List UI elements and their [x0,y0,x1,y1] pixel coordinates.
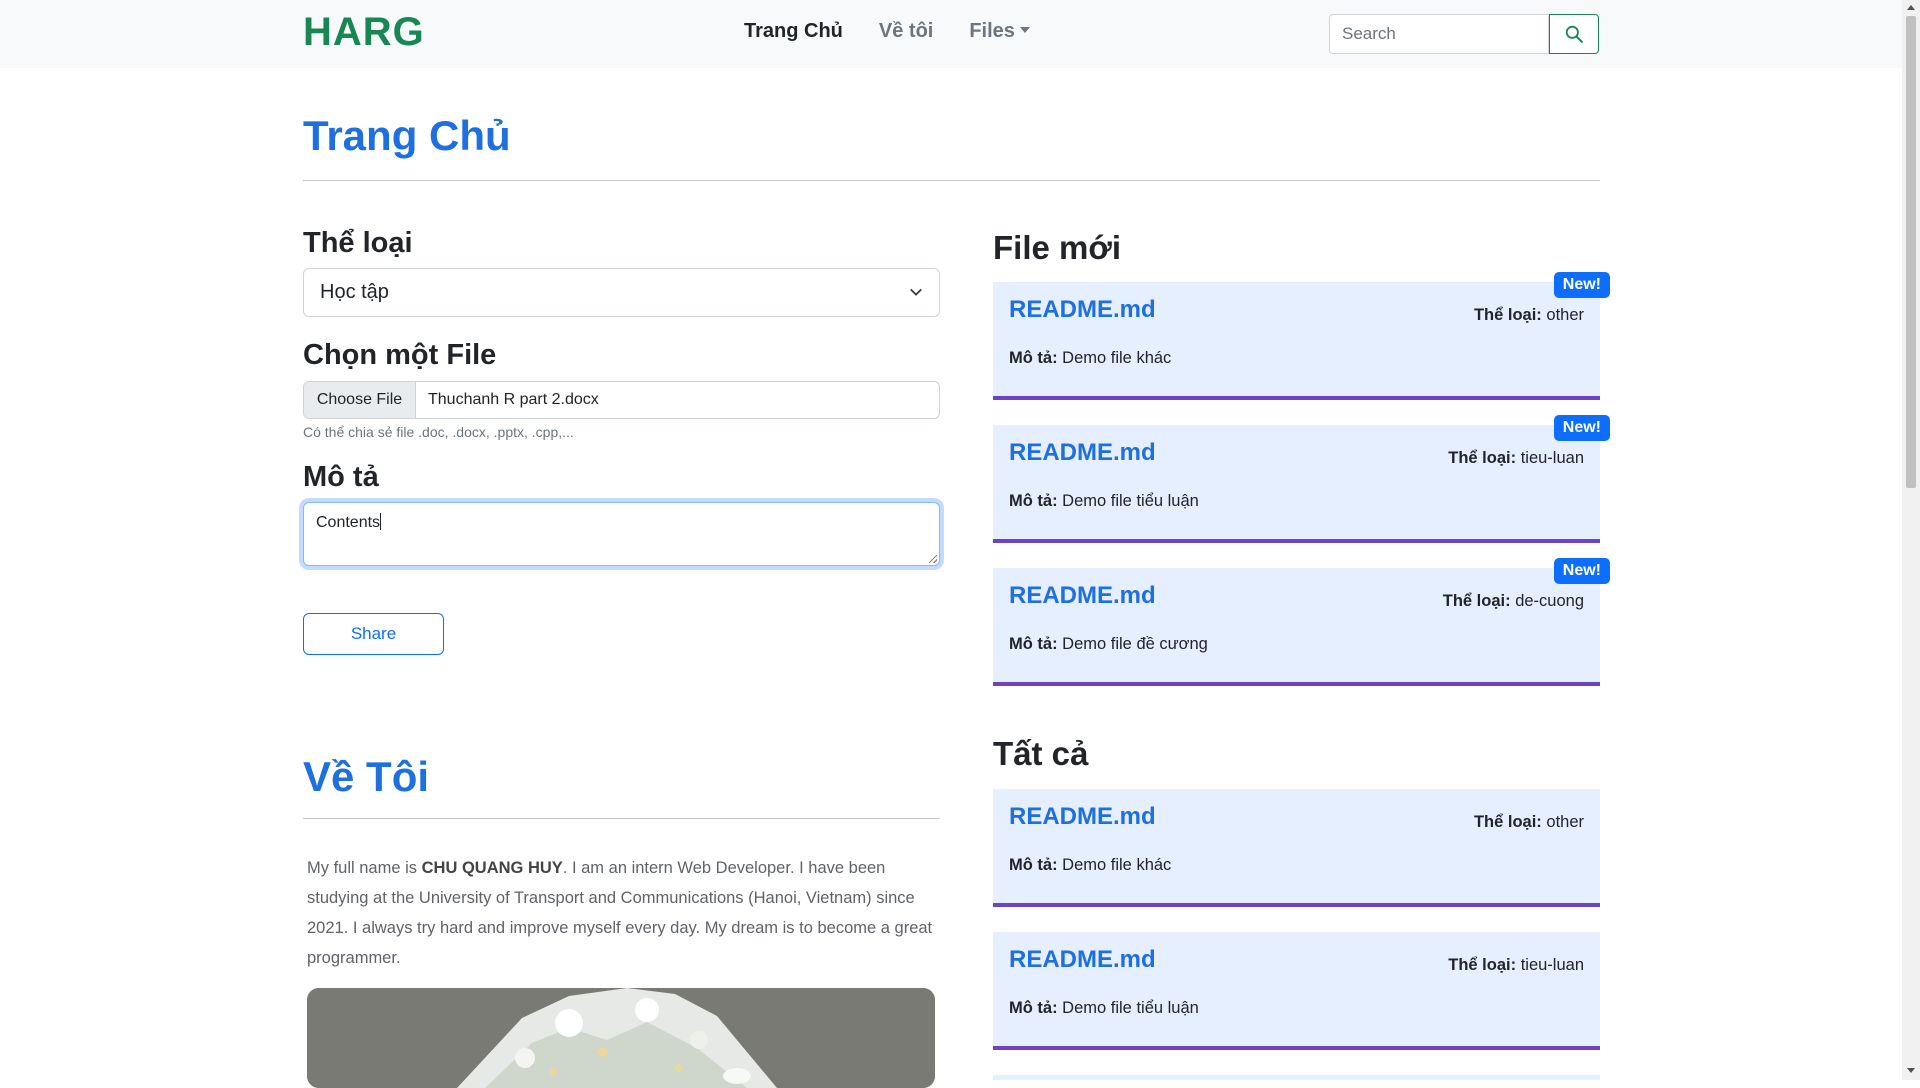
category-value: other [1546,306,1584,324]
new-badge: New! [1553,272,1610,298]
file-card[interactable]: README.md Thể loại: tieu-luan Mô tả: Dem… [993,932,1600,1050]
title-divider [303,180,1600,181]
scroll-down-arrow-icon[interactable] [1907,1068,1915,1073]
description-value: Demo file tiểu luận [1062,492,1199,510]
file-description: Mô tả: Demo file khác [1009,856,1171,875]
description-text: Contents [316,514,381,531]
scroll-thumb[interactable] [1906,16,1916,488]
file-card[interactable]: README.md Thể loại: other Mô tả: Demo fi… [993,789,1600,907]
about-divider [303,818,940,819]
description-key: Mô tả: [1009,492,1058,510]
nav-links: Trang Chủ Về tôi Files [744,20,1030,43]
choose-file-button[interactable]: Choose File [304,382,416,418]
description-value: Demo file tiểu luận [1062,999,1199,1017]
file-category: Thể loại: tieu-luan [1448,449,1584,468]
new-file-card[interactable]: README.md Thể loại: de-cuong Mô tả: Demo… [993,558,1610,686]
search-input[interactable] [1329,14,1549,54]
about-name: CHU QUANG HUY [421,859,563,877]
category-value: de-cuong [1515,592,1584,610]
chevron-down-icon [910,288,922,296]
description-key: Mô tả: [1009,856,1058,874]
description-value: Demo file khác [1062,349,1172,367]
file-category: Thể loại: other [1474,306,1584,325]
brand-logo[interactable]: HARG [303,10,425,55]
new-file-card[interactable]: README.md Thể loại: other Mô tả: Demo fi… [993,272,1610,400]
file-name-link[interactable]: README.md [1009,946,1156,974]
chosen-file-name: Thuchanh R part 2.docx [428,391,599,408]
nav-home[interactable]: Trang Chủ [744,20,843,43]
file-category: Thể loại: de-cuong [1443,592,1584,611]
file-description: Mô tả: Demo file tiểu luận [1009,999,1199,1018]
new-badge: New! [1553,415,1610,441]
file-input[interactable]: Choose File Thuchanh R part 2.docx [303,381,940,419]
nav-about[interactable]: Về tôi [879,20,933,43]
file-name-link[interactable]: README.md [1009,296,1156,324]
about-photo [307,988,935,1088]
category-value: other [1546,813,1584,831]
description-key: Mô tả: [1009,635,1058,653]
nav-files-dropdown[interactable]: Files [969,20,1030,43]
category-key: Thể loại: [1442,592,1511,610]
search-icon [1565,25,1583,43]
caret-down-icon [1019,27,1030,33]
about-title: Về Tôi [303,753,430,800]
category-value: tieu-luan [1520,956,1584,974]
text-cursor [380,513,382,530]
description-value: Demo file khác [1062,856,1172,874]
file-description: Mô tả: Demo file tiểu luận [1009,492,1199,511]
category-selected-value: Học tập [320,281,389,303]
file-category: Thể loại: other [1474,813,1584,832]
new-badge: New! [1553,558,1610,584]
file-label: Chọn một File [303,339,497,371]
file-hint: Có thể chia sẻ file .doc, .docx, .pptx, … [303,424,574,440]
new-files-title: File mới [993,229,1121,266]
file-name-link[interactable]: README.md [1009,439,1156,467]
page-scrollbar[interactable] [1902,0,1920,1080]
navbar: HARG Trang Chủ Về tôi Files [0,0,1902,68]
description-key: Mô tả: [1009,999,1058,1017]
category-value: tieu-luan [1520,449,1584,467]
search-button[interactable] [1549,14,1599,54]
scroll-up-arrow-icon[interactable] [1907,5,1915,10]
description-label: Mô tả [303,461,379,493]
share-button[interactable]: Share [303,613,444,655]
file-description: Mô tả: Demo file khác [1009,349,1171,368]
file-name-link[interactable]: README.md [1009,582,1156,610]
file-description: Mô tả: Demo file đề cương [1009,635,1208,654]
category-select[interactable]: Học tập [303,268,940,317]
category-key: Thể loại: [1448,449,1517,467]
all-files-title: Tất cả [993,735,1089,772]
file-category: Thể loại: tieu-luan [1448,956,1584,975]
resize-grip-icon[interactable] [929,555,937,563]
about-text: My full name is CHU QUANG HUY. I am an i… [307,853,937,973]
page-title: Trang Chủ [303,112,511,159]
category-label: Thể loại [303,227,413,259]
file-name-link[interactable]: README.md [1009,803,1156,831]
new-file-card[interactable]: README.md Thể loại: tieu-luan Mô tả: Dem… [993,415,1610,543]
description-key: Mô tả: [1009,349,1058,367]
nav-files-label: Files [969,20,1015,42]
description-textarea[interactable]: Contents [303,502,940,566]
about-text-intro: My full name is [307,859,422,877]
file-card-partial[interactable] [993,1075,1600,1080]
category-key: Thể loại: [1448,956,1517,974]
category-key: Thể loại: [1473,306,1542,324]
christmas-tree-photo [307,988,935,1088]
description-value: Demo file đề cương [1062,635,1208,653]
category-key: Thể loại: [1473,813,1542,831]
